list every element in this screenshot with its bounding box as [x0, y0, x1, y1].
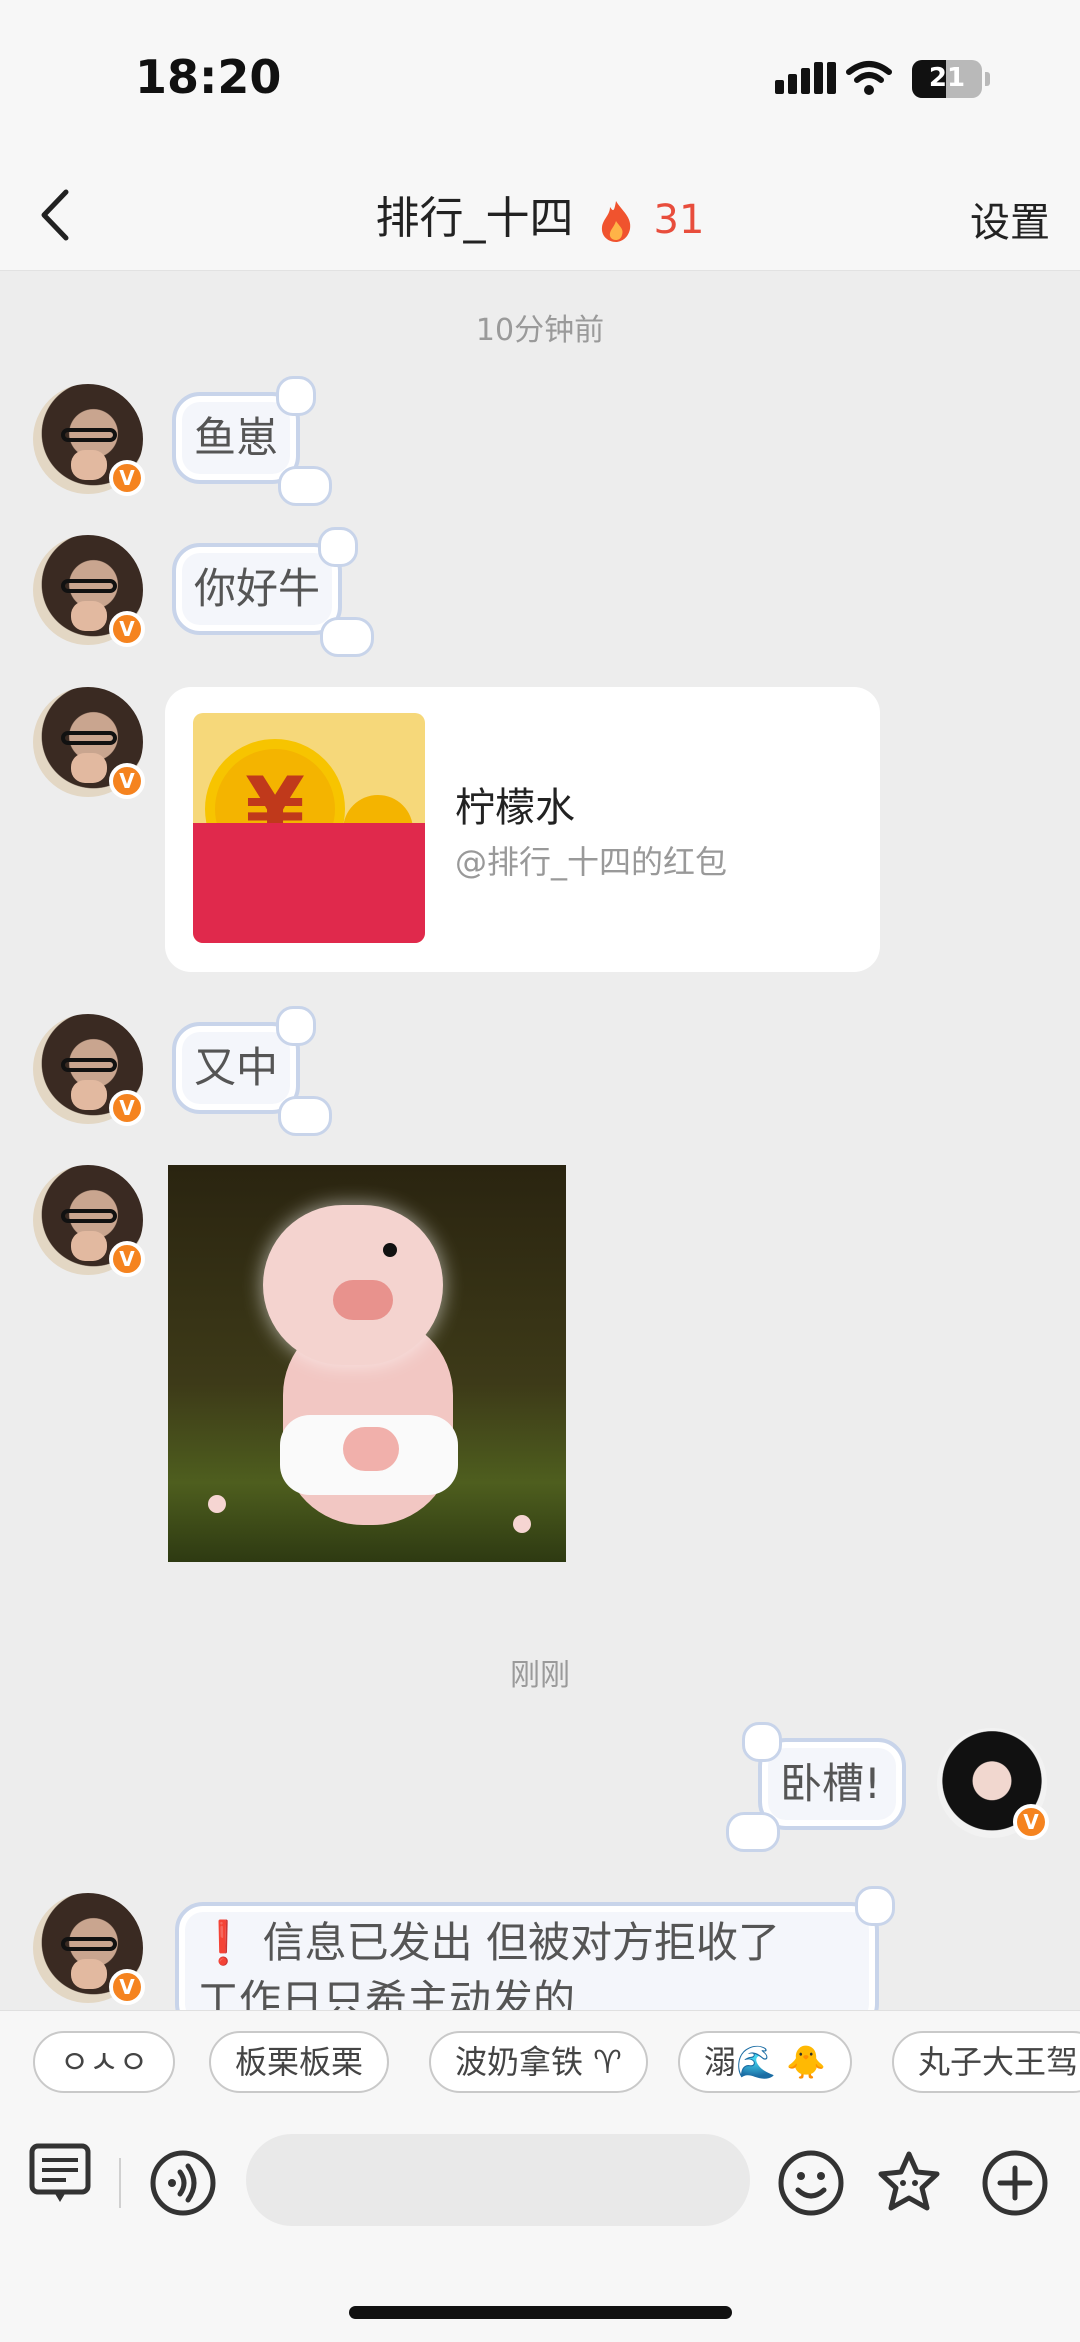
quick-reply-chip[interactable]: ㅇㅅㅇ	[33, 2031, 175, 2093]
message-text: 卧槽!	[780, 1759, 881, 1808]
quick-reply-chip[interactable]: 板栗板栗	[209, 2031, 390, 2093]
message-bubble[interactable]: 鱼崽	[172, 376, 332, 506]
avatar[interactable]: V	[33, 384, 145, 496]
wifi-icon	[846, 61, 892, 95]
bubble-decoration	[276, 1006, 316, 1046]
verified-badge-icon: V	[109, 460, 145, 496]
verified-badge-icon: V	[109, 1969, 145, 2005]
red-packet-card[interactable]: ¥ 柠檬水 @排行_十四的红包	[165, 687, 880, 972]
settings-button[interactable]: 设置	[970, 190, 1050, 248]
verified-badge-icon: V	[109, 611, 145, 647]
verified-badge-icon: V	[109, 1241, 145, 1277]
divider	[119, 2158, 121, 2208]
avatar[interactable]: V	[33, 687, 145, 799]
bubble-decoration	[278, 1096, 332, 1136]
bubble-decoration	[320, 617, 374, 657]
battery-icon: 21	[912, 60, 982, 98]
quick-reply-bar: ㅇㅅㅇ 板栗板栗 波奶拿铁 ♈ 溺🌊 🐥 丸子大王驾	[0, 2010, 1080, 2121]
message-text: 你好牛	[194, 564, 321, 613]
message-timestamp: 刚刚	[510, 1658, 570, 1693]
avatar[interactable]: V	[33, 1165, 145, 1277]
avatar[interactable]: V	[33, 1014, 145, 1126]
message-text: 鱼崽	[194, 413, 279, 462]
message-bubble[interactable]: 又中	[172, 1006, 332, 1136]
message-input[interactable]	[246, 2134, 750, 2226]
red-packet-title: 柠檬水	[455, 785, 575, 831]
message-text: 又中	[194, 1043, 279, 1092]
smile-icon[interactable]	[776, 2148, 846, 2218]
red-packet-subtitle: @排行_十四的红包	[455, 843, 728, 881]
my-message-bubble[interactable]: 卧槽!	[726, 1722, 906, 1852]
chat-title[interactable]: 排行_十四 31	[0, 182, 1080, 246]
bubble-decoration	[278, 466, 332, 506]
battery-tip	[985, 72, 990, 86]
message-text: ❗ 信息已发出 但被对方拒收了	[197, 1918, 780, 1967]
status-bar: 18:20 21	[0, 0, 1080, 160]
streak-count: 31	[653, 197, 705, 243]
voice-icon[interactable]	[148, 2148, 218, 2218]
avatar[interactable]: V	[33, 1893, 145, 2005]
cellular-signal-icon	[775, 62, 840, 94]
plus-icon[interactable]	[980, 2148, 1050, 2218]
verified-badge-icon: V	[109, 763, 145, 799]
chat-header: 排行_十四 31 设置	[0, 160, 1080, 271]
battery-level: 21	[928, 63, 966, 93]
image-message-pig[interactable]	[168, 1165, 566, 1562]
notes-icon[interactable]	[26, 2140, 96, 2210]
bubble-decoration	[318, 527, 358, 567]
bubble-decoration	[726, 1812, 780, 1852]
avatar[interactable]: V	[33, 535, 145, 647]
status-time: 18:20	[135, 50, 282, 104]
verified-badge-icon: V	[1013, 1804, 1049, 1840]
flame-icon	[601, 201, 630, 242]
verified-badge-icon: V	[109, 1090, 145, 1126]
star-sticker-icon[interactable]	[874, 2148, 944, 2218]
message-timestamp: 10分钟前	[475, 313, 605, 348]
message-bubble[interactable]: 你好牛	[172, 527, 374, 657]
chat-title-text: 排行_十四	[375, 193, 574, 244]
red-envelope-icon: ¥	[193, 713, 425, 943]
quick-reply-chip[interactable]: 溺🌊 🐥	[678, 2031, 852, 2093]
bubble-decoration	[855, 1886, 895, 1926]
bubble-decoration	[742, 1722, 782, 1762]
home-indicator[interactable]	[349, 2306, 732, 2319]
quick-reply-chip[interactable]: 波奶拿铁 ♈	[429, 2031, 648, 2093]
my-avatar[interactable]: V	[937, 1728, 1049, 1840]
bubble-decoration	[276, 376, 316, 416]
quick-reply-chip[interactable]: 丸子大王驾	[892, 2031, 1080, 2093]
